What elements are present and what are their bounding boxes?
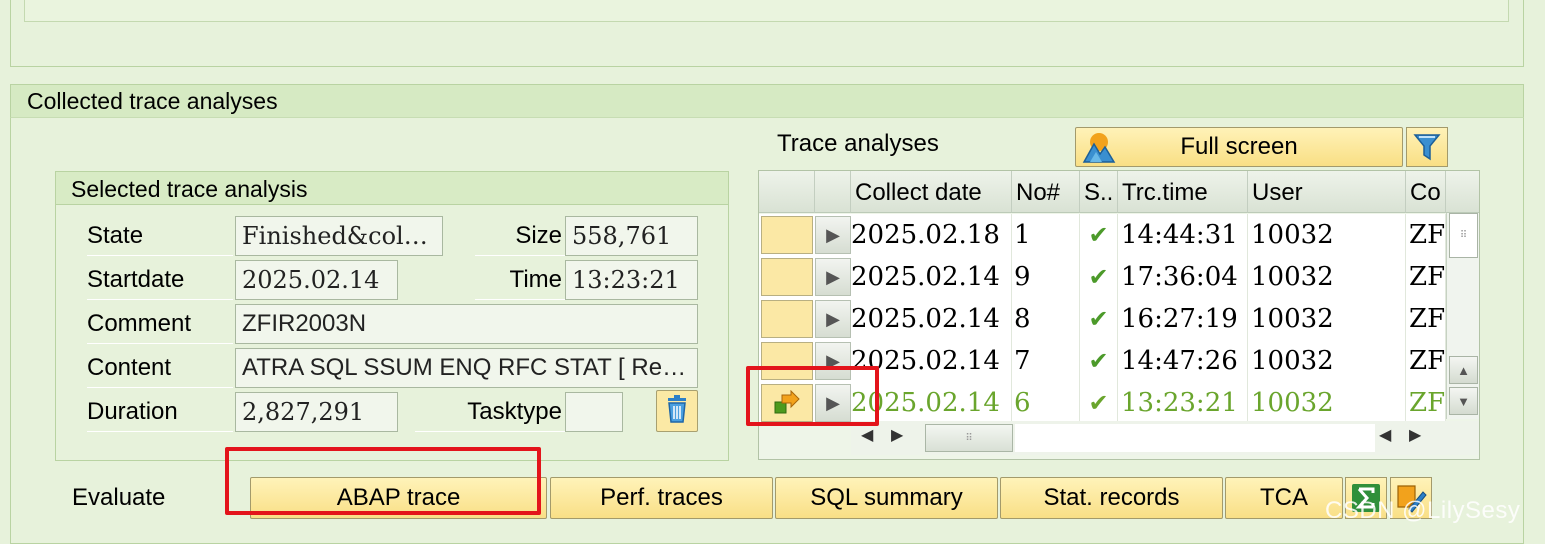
cell-trc-time: 14:44:31 xyxy=(1118,214,1248,256)
watermark: CSDN @LilySesy xyxy=(1325,497,1521,524)
duration-label: Duration xyxy=(87,392,233,432)
content-label: Content xyxy=(87,348,233,388)
row-expand-button[interactable]: ▶ xyxy=(815,300,851,338)
horizontal-scrollbar[interactable]: ◀ ▶ ⠿ ◀ ▶ xyxy=(851,421,1479,455)
sql-summary-button[interactable]: SQL summary xyxy=(775,477,998,519)
cell-user: 10032 xyxy=(1248,382,1406,424)
mountain-icon xyxy=(1082,130,1116,164)
full-screen-button[interactable]: Full screen xyxy=(1075,127,1403,167)
duration-field[interactable]: 2,827,291 xyxy=(235,392,398,432)
state-label: State xyxy=(87,216,233,256)
startdate-field[interactable]: 2025.02.14 xyxy=(235,260,398,300)
checkmark-icon: ✔ xyxy=(1080,256,1118,298)
group-title: Collected trace analyses xyxy=(10,84,1524,118)
cell-co: ZFI xyxy=(1406,214,1446,256)
cell-co: ZFI xyxy=(1406,256,1446,298)
row-expand-button[interactable]: ▶ xyxy=(815,258,851,296)
table-row[interactable]: ▶ 2025.02.18 1 ✔ 14:44:31 10032 ZFI xyxy=(759,214,1446,257)
comment-field[interactable]: ZFIR2003N xyxy=(235,304,698,344)
triangle-right-icon: ▶ xyxy=(826,266,840,287)
trash-icon xyxy=(662,394,692,429)
scroll-right-icon[interactable]: ▶ xyxy=(1409,425,1421,445)
cell-no: 8 xyxy=(1012,298,1080,340)
trace-analyses-label: Trace analyses xyxy=(777,130,939,157)
checkmark-icon: ✔ xyxy=(1080,382,1118,424)
cell-no: 1 xyxy=(1012,214,1080,256)
cell-trc-time: 14:47:26 xyxy=(1118,340,1248,382)
column-header-co[interactable]: Co xyxy=(1406,171,1446,213)
full-screen-label: Full screen xyxy=(1180,133,1298,160)
cell-user: 10032 xyxy=(1248,214,1406,256)
cell-user: 10032 xyxy=(1248,256,1406,298)
scroll-up-button[interactable]: ▲ xyxy=(1449,356,1478,384)
row-expand-button[interactable]: ▶ xyxy=(815,216,851,254)
horizontal-scroll-thumb[interactable]: ⠿ xyxy=(925,424,1013,452)
row-selector[interactable] xyxy=(761,216,813,254)
column-settings-corner[interactable] xyxy=(1446,171,1479,213)
vertical-scrollbar[interactable]: ⠿ ▲ ▼ xyxy=(1446,213,1479,419)
evaluate-label: Evaluate xyxy=(72,484,166,511)
cell-co: ZFI xyxy=(1406,382,1446,424)
scroll-left-icon[interactable]: ◀ xyxy=(1379,425,1391,445)
triangle-right-icon: ▶ xyxy=(826,224,840,245)
cell-trc-time: 13:23:21 xyxy=(1118,382,1248,424)
column-header-status[interactable]: S.. xyxy=(1080,171,1118,213)
checkmark-icon: ✔ xyxy=(1080,214,1118,256)
cell-user: 10032 xyxy=(1248,298,1406,340)
tasktype-label: Tasktype xyxy=(415,392,565,432)
highlight-selected-row xyxy=(746,366,879,426)
time-label: Time xyxy=(475,260,565,300)
arrow-down-icon: ▼ xyxy=(1457,393,1470,409)
stat-records-button[interactable]: Stat. records xyxy=(1000,477,1223,519)
triangle-right-icon: ▶ xyxy=(826,308,840,329)
content-field[interactable]: ATRA SQL SSUM ENQ RFC STAT [ Re… xyxy=(235,348,698,388)
header-expand-cell xyxy=(815,171,851,213)
size-label: Size xyxy=(475,216,565,256)
row-selector[interactable] xyxy=(761,258,813,296)
cell-collect-date: 2025.02.14 xyxy=(851,298,1012,340)
scroll-right-icon[interactable]: ▶ xyxy=(891,425,903,445)
size-field[interactable]: 558,761 xyxy=(565,216,698,256)
filter-icon xyxy=(1413,132,1441,162)
column-header-no[interactable]: No# xyxy=(1012,171,1080,213)
cell-no: 7 xyxy=(1012,340,1080,382)
cell-co: ZFI xyxy=(1406,340,1446,382)
checkmark-icon: ✔ xyxy=(1080,298,1118,340)
time-field[interactable]: 13:23:21 xyxy=(565,260,698,300)
column-header-user[interactable]: User xyxy=(1248,171,1406,213)
cell-user: 10032 xyxy=(1248,340,1406,382)
highlight-abap-trace xyxy=(225,447,541,515)
scroll-thumb[interactable]: ⠿ xyxy=(1449,213,1478,258)
cell-co: ZFI xyxy=(1406,298,1446,340)
comment-label: Comment xyxy=(87,304,233,344)
grip-icon: ⠿ xyxy=(1459,230,1468,241)
column-header-collect-date[interactable]: Collect date xyxy=(851,171,1012,213)
filter-button[interactable] xyxy=(1406,127,1448,167)
scroll-down-button[interactable]: ▼ xyxy=(1449,387,1478,415)
cell-collect-date: 2025.02.14 xyxy=(851,256,1012,298)
table-row[interactable]: ▶ 2025.02.14 8 ✔ 16:27:19 10032 ZFI xyxy=(759,298,1446,341)
cell-trc-time: 17:36:04 xyxy=(1118,256,1248,298)
tasktype-field[interactable] xyxy=(565,392,623,432)
row-selector[interactable] xyxy=(761,300,813,338)
startdate-label: Startdate xyxy=(87,260,233,300)
perf-traces-button[interactable]: Perf. traces xyxy=(550,477,773,519)
top-inner-panel xyxy=(24,0,1509,22)
state-field[interactable]: Finished&col… xyxy=(235,216,443,256)
header-select-cell[interactable] xyxy=(759,171,815,213)
horizontal-scroll-track[interactable] xyxy=(1015,424,1375,452)
cell-no: 9 xyxy=(1012,256,1080,298)
cell-trc-time: 16:27:19 xyxy=(1118,298,1248,340)
arrow-up-icon: ▲ xyxy=(1457,362,1470,378)
delete-trace-button[interactable] xyxy=(656,390,698,432)
cell-no: 6 xyxy=(1012,382,1080,424)
scroll-left-icon[interactable]: ◀ xyxy=(861,425,873,445)
selected-panel-title: Selected trace analysis xyxy=(55,171,729,205)
table-row[interactable]: ▶ 2025.02.14 9 ✔ 17:36:04 10032 ZFI xyxy=(759,256,1446,299)
cell-collect-date: 2025.02.18 xyxy=(851,214,1012,256)
checkmark-icon: ✔ xyxy=(1080,340,1118,382)
column-header-trc-time[interactable]: Trc.time xyxy=(1118,171,1248,213)
